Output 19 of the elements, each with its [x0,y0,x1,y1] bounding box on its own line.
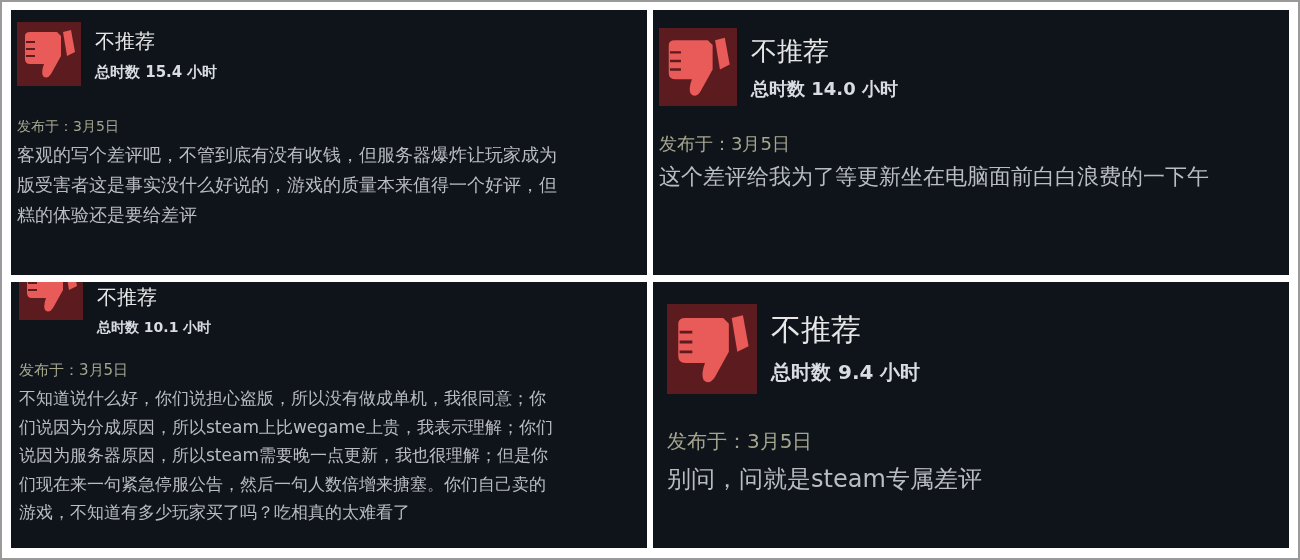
review-text: 别问，问就是steam专属差评 [667,464,982,495]
review-text: 这个差评给我为了等更新坐在电脑面前白白浪费的一下午 [659,163,1209,191]
thumbs-down-icon [667,304,757,394]
hours-played: 总时数 15.4 小时 [95,63,218,82]
hours-played: 总时数 9.4 小时 [771,359,921,386]
review-text: 客观的写个差评吧，不管到底有没有收钱，但服务器爆炸让玩家成为 版受害者这是事实没什么好说的，游戏的质量本来值得一个好评，但 糕的体验还是要给差评 [17,143,557,227]
posted-date: 发布于：3月5日 [667,428,813,455]
hours-played: 总时数 10.1 小时 [97,319,212,337]
posted-date: 发布于：3月5日 [659,132,790,156]
posted-date: 发布于：3月5日 [17,118,119,136]
verdict-label: 不推荐 [97,284,158,311]
review-text: 不知道说什么好，你们说担心盗版，所以没有做成单机，我很同意；你 们说因为分成原因，所以steam上比wegame上贵，我表示理解；你们 说因为服务器原因，所以steam需要晚一点更新，我也很理解；但是你 们现在来一句紧急停服公告，然后一句人数倍增来搪塞。你们自己卖的 游戏，不知道有多少玩家买了吗？吃相真的太难看了 [19,387,553,524]
verdict-label: 不推荐 [751,35,830,68]
verdict-label: 不推荐 [95,28,156,55]
hours-played: 总时数 14.0 小时 [751,77,898,101]
thumbs-down-icon [659,28,737,106]
thumbs-down-icon [17,22,81,86]
posted-date: 发布于：3月5日 [19,361,129,380]
verdict-label: 不推荐 [771,311,862,349]
